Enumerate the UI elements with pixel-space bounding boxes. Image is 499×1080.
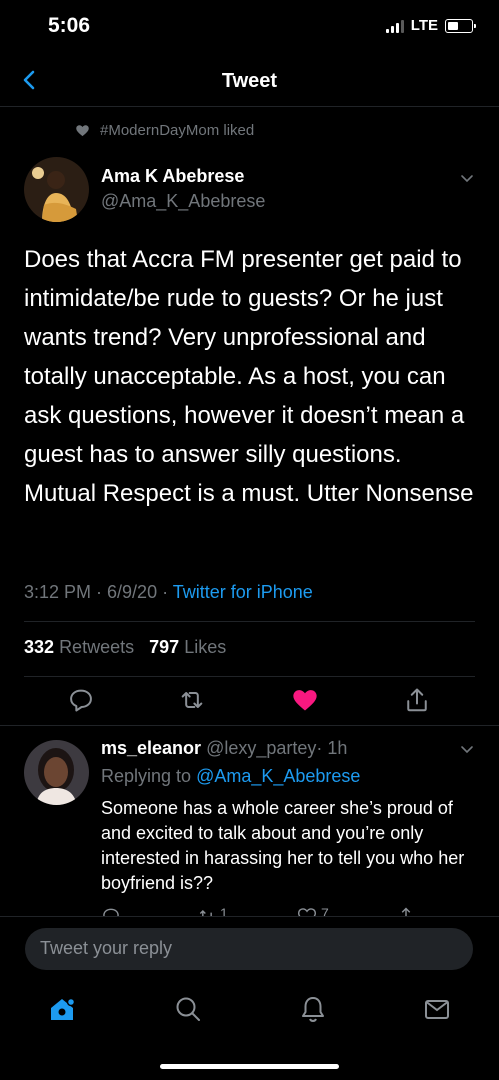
like-count[interactable]: 797 Likes — [149, 637, 226, 657]
share-icon[interactable] — [396, 906, 416, 916]
home-indicator — [160, 1064, 339, 1069]
reply-like-count: 7 — [321, 905, 329, 916]
tweet-text: Does that Accra FM presenter get paid to… — [24, 246, 474, 507]
network-label: LTE — [410, 17, 438, 34]
status-time: 5:06 — [48, 14, 91, 37]
reply-time: · 1h — [316, 738, 348, 758]
page-title: Tweet — [221, 70, 278, 92]
social-context-label: #ModernDayMom liked — [100, 122, 255, 139]
heart-icon — [76, 125, 89, 137]
retweet-count[interactable]: 332 Retweets — [24, 637, 134, 657]
tweet-meta: 3:12 PM · 6/9/20 · Twitter for iPhone — [24, 582, 313, 603]
reply-input-placeholder[interactable]: Tweet your reply — [40, 938, 172, 959]
tweet-stats: 332 Retweets 797 Likes — [24, 637, 226, 658]
search-icon[interactable] — [173, 994, 203, 1024]
replying-to: Replying to @Ama_K_Abebrese — [101, 766, 361, 786]
reply-avatar-image — [24, 740, 89, 805]
notifications-icon[interactable] — [298, 994, 328, 1024]
reply-author-name[interactable]: ms_eleanor — [101, 738, 201, 758]
divider — [0, 916, 499, 917]
header: Tweet — [0, 58, 499, 107]
share-icon[interactable] — [403, 686, 431, 714]
reply-actions: 1 7 — [0, 904, 499, 916]
author-handle[interactable]: @Ama_K_Abebrese — [101, 191, 265, 212]
replying-to-mention[interactable]: @Ama_K_Abebrese — [196, 766, 360, 786]
signal-icon — [385, 19, 404, 33]
author-name[interactable]: Ama K Abebrese — [101, 166, 244, 187]
divider — [24, 621, 475, 622]
chevron-down-icon[interactable] — [459, 170, 475, 186]
home-icon[interactable] — [47, 994, 77, 1024]
avatar[interactable] — [24, 157, 89, 222]
reply-author-handle[interactable]: @lexy_partey — [206, 738, 316, 758]
battery-icon — [445, 18, 476, 33]
reply-icon[interactable] — [101, 906, 121, 916]
chevron-down-icon[interactable] — [459, 741, 475, 757]
messages-icon[interactable] — [422, 994, 452, 1024]
reply-icon[interactable] — [67, 686, 95, 714]
reply-header: ms_eleanor @lexy_partey· 1h — [101, 738, 347, 759]
reply-composer[interactable]: Tweet your reply — [25, 928, 473, 970]
author-avatar-image — [24, 157, 89, 222]
tweet-datetime: 3:12 PM · 6/9/20 · — [24, 582, 173, 602]
social-context: #ModernDayMom liked — [75, 122, 254, 139]
divider — [0, 725, 499, 726]
tweet-source[interactable]: Twitter for iPhone — [173, 582, 313, 602]
reply-text: Someone has a whole career she’s proud o… — [101, 798, 465, 893]
like-icon[interactable] — [297, 906, 317, 916]
reply-avatar[interactable] — [24, 740, 89, 805]
retweet-icon[interactable] — [197, 906, 217, 916]
divider — [24, 676, 475, 677]
status-indicators: LTE — [385, 17, 476, 34]
like-icon[interactable] — [291, 686, 319, 714]
reply-retweet-count: 1 — [220, 905, 228, 916]
retweet-icon[interactable] — [178, 686, 206, 714]
